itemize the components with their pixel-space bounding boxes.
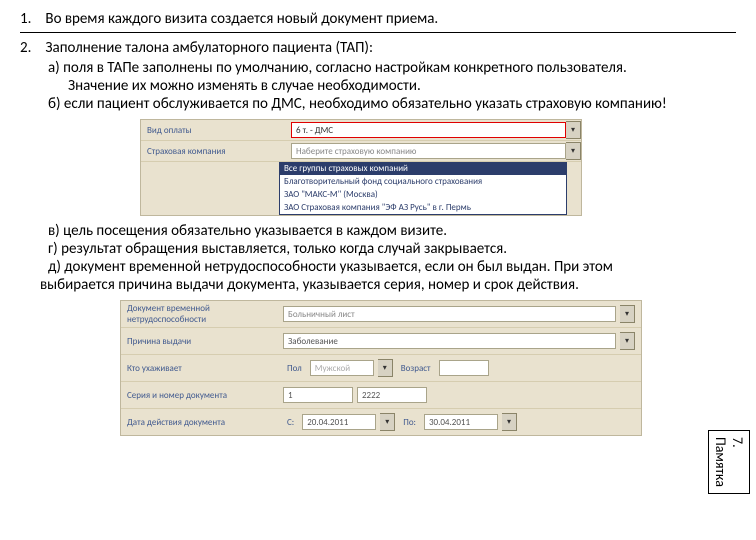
form2-label-doc: Документ временной нетрудоспособности <box>121 303 283 325</box>
form1: Вид оплаты 6 т. - ДМС ▾ Страховая компан… <box>140 119 582 216</box>
sub-v: в) цель посещения обязательно указываетс… <box>48 222 736 240</box>
pol-field[interactable]: Мужской <box>310 360 374 376</box>
date-from-field[interactable]: 20.04.2011 <box>302 414 376 430</box>
side-tab: 7. Памятка <box>708 430 750 494</box>
list-item-1: 1. Во время каждого визита создается нов… <box>20 10 736 28</box>
dd-option[interactable]: ЗАО "МАКС-М" (Москва) <box>280 188 566 201</box>
sub-d2: выбирается причина выдачи документа, ука… <box>40 276 736 294</box>
dd-option[interactable]: ЗАО Страховая компания "ЭФ АЗ Русь" в г.… <box>280 201 566 214</box>
form2-row-doc: Документ временной нетрудоспособности Бо… <box>121 301 641 328</box>
dropdown-icon[interactable]: ▾ <box>566 142 581 160</box>
pol-label: Пол <box>283 363 306 374</box>
nomer-field[interactable]: 2222 <box>357 387 427 403</box>
divider-1 <box>20 32 736 33</box>
sub-b: б) если пациент обслуживается по ДМС, не… <box>48 95 736 113</box>
form1-row-strah: Страховая компания Наберите страховую ко… <box>141 141 581 162</box>
vid-oplaty-field[interactable]: 6 т. - ДМС <box>291 122 566 138</box>
prichina-field[interactable]: Заболевание <box>283 333 616 349</box>
form1-wrap: Вид оплаты 6 т. - ДМС ▾ Страховая компан… <box>140 119 676 216</box>
dropdown-icon[interactable]: ▾ <box>620 332 635 350</box>
form2-label-prichina: Причина выдачи <box>121 336 283 347</box>
form2-row-prichina: Причина выдачи Заболевание ▾ <box>121 328 641 355</box>
form1-row-vid-oplaty: Вид оплаты 6 т. - ДМС ▾ <box>141 120 581 141</box>
strah-field[interactable]: Наберите страховую компанию <box>291 143 566 159</box>
item-text-2: Заполнение талона амбулаторного пациента… <box>45 39 373 57</box>
form1-label-strah: Страховая компания <box>141 146 291 157</box>
doc-field[interactable]: Больничный лист <box>283 306 616 322</box>
dropdown-icon[interactable]: ▾ <box>566 121 581 139</box>
sub-a: а) поля в ТАПе заполнены по умолчанию, с… <box>48 59 736 77</box>
sub-d: д) документ временной нетрудоспособности… <box>48 258 736 276</box>
dropdown-list: Все группы страховых компаний Благотвори… <box>279 162 567 215</box>
dd-option[interactable]: Все группы страховых компаний <box>280 162 566 175</box>
vozrast-field[interactable] <box>439 360 489 376</box>
item-text-1: Во время каждого визита создается новый … <box>45 10 438 28</box>
dd-option[interactable]: Благотворительный фонд социального страх… <box>280 175 566 188</box>
date-to-label: По: <box>399 417 420 428</box>
form2-label-seria: Серия и номер документа <box>121 390 283 401</box>
form2-row-kto: Кто ухаживает Пол Мужской ▾ Возраст <box>121 355 641 382</box>
seria-field[interactable]: 1 <box>283 387 353 403</box>
form2-label-kto: Кто ухаживает <box>121 363 283 374</box>
form2-label-data: Дата действия документа <box>121 417 283 428</box>
sub-g: г) результат обращения выставляется, тол… <box>48 240 736 258</box>
calendar-icon[interactable]: ▾ <box>502 413 517 431</box>
form2: Документ временной нетрудоспособности Бо… <box>120 300 642 436</box>
form2-row-data: Дата действия документа С: 20.04.2011 ▾ … <box>121 409 641 435</box>
sub-a2: Значение их можно изменять в случае необ… <box>68 77 736 95</box>
calendar-icon[interactable]: ▾ <box>380 413 395 431</box>
list-item-2: 2. Заполнение талона амбулаторного пацие… <box>20 39 736 57</box>
form1-label-vid-oplaty: Вид оплаты <box>141 125 291 136</box>
form2-row-seria: Серия и номер документа 1 2222 <box>121 382 641 409</box>
dropdown-icon[interactable]: ▾ <box>378 359 393 377</box>
item-number-2: 2. <box>20 39 42 57</box>
vozrast-label: Возраст <box>397 363 435 374</box>
date-from-label: С: <box>283 417 298 428</box>
item-number-1: 1. <box>20 10 42 28</box>
dropdown-icon[interactable]: ▾ <box>620 305 635 323</box>
date-to-field[interactable]: 30.04.2011 <box>424 414 498 430</box>
